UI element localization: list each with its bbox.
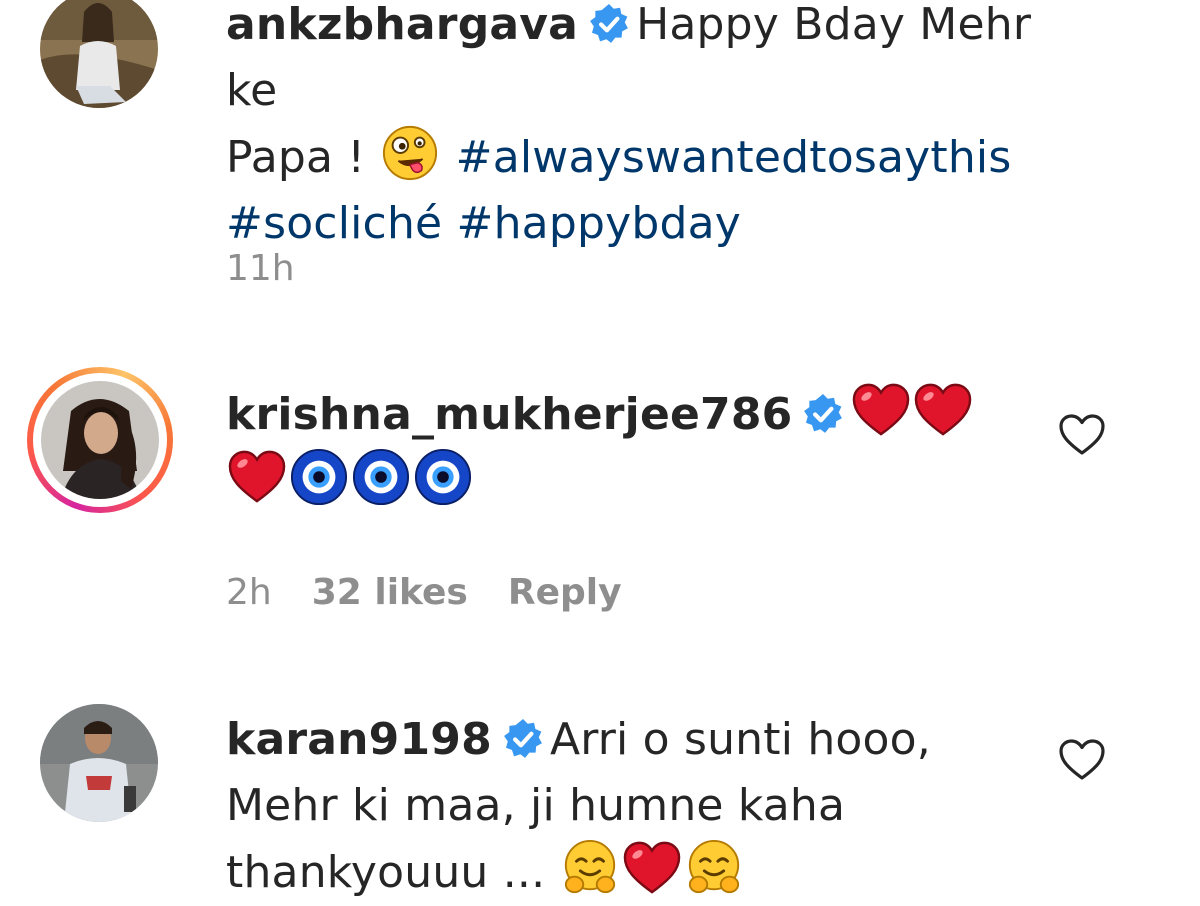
- comment-text: thankyouuu ...: [226, 847, 560, 898]
- heart-like-icon[interactable]: [1058, 738, 1106, 782]
- comment-text: Arri o sunti hooo,: [549, 714, 931, 765]
- avatar[interactable]: [40, 704, 158, 822]
- comment-item: karan9198 Arri o sunti hooo, Mehr ki maa, …: [0, 0, 1200, 900]
- comment-text: Mehr ki maa, ji humne kaha: [226, 780, 846, 831]
- avatar-photo: [40, 704, 158, 822]
- comment-body: karan9198 Arri o sunti hooo, Mehr ki maa, …: [226, 707, 1046, 906]
- smiling-face-with-open-hands-emoji-icon: [685, 839, 743, 897]
- red-heart-emoji-icon: [623, 839, 681, 897]
- verified-badge-icon: [502, 718, 544, 760]
- comment-username[interactable]: karan9198: [226, 714, 492, 765]
- smiling-face-with-open-hands-emoji-icon: [561, 839, 619, 897]
